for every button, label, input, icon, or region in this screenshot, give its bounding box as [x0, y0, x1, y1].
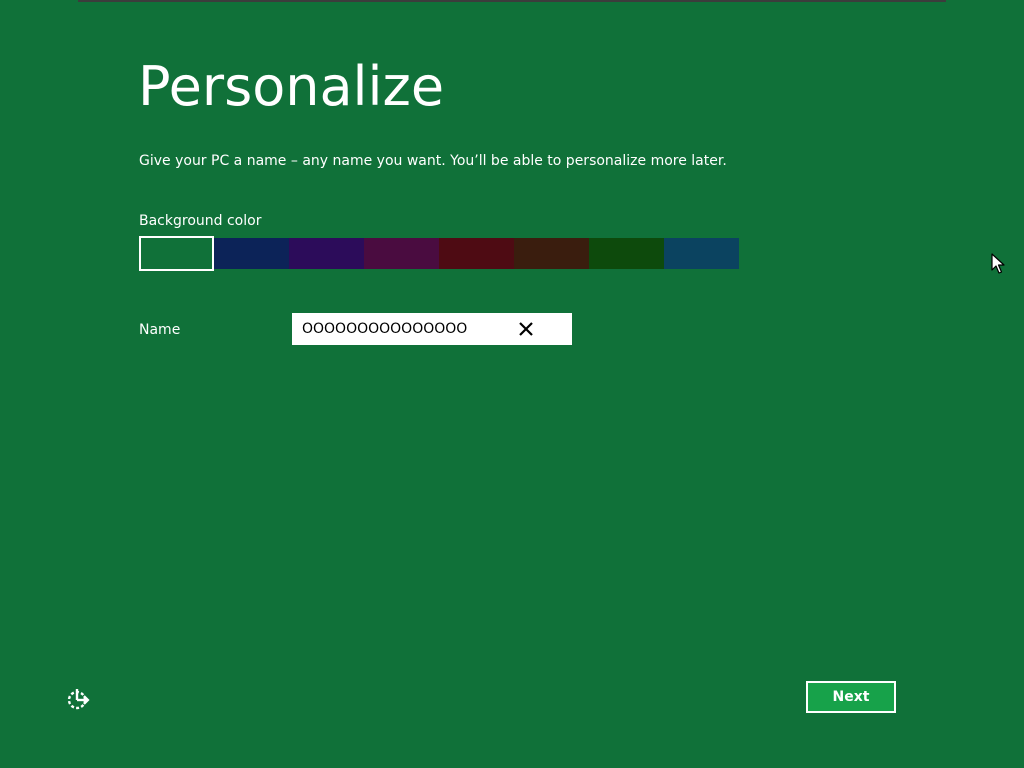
page-subtitle: Give your PC a name – any name you want.…: [139, 153, 727, 169]
top-strip: [78, 0, 946, 2]
background-color-label: Background color: [139, 213, 262, 229]
name-field[interactable]: [292, 313, 572, 345]
background-color-picker: [139, 236, 739, 271]
ease-of-access-button[interactable]: [64, 685, 92, 713]
setup-screen: Personalize Give your PC a name – any na…: [0, 0, 1024, 768]
pc-name-input[interactable]: [302, 313, 502, 345]
name-label: Name: [139, 322, 181, 338]
color-swatch-5[interactable]: [439, 238, 514, 269]
clear-button[interactable]: [514, 317, 538, 341]
color-swatch-8[interactable]: [664, 238, 739, 269]
next-button[interactable]: Next: [806, 681, 896, 713]
color-swatch-6[interactable]: [514, 238, 589, 269]
close-icon: [519, 322, 533, 336]
color-swatch-4[interactable]: [364, 238, 439, 269]
page-title: Personalize: [138, 55, 445, 118]
color-swatch-3[interactable]: [289, 238, 364, 269]
ease-of-access-icon: [67, 689, 90, 710]
color-swatch-1[interactable]: [139, 236, 214, 271]
color-swatch-7[interactable]: [589, 238, 664, 269]
color-swatch-2[interactable]: [214, 238, 289, 269]
mouse-pointer-icon: [991, 253, 1005, 274]
